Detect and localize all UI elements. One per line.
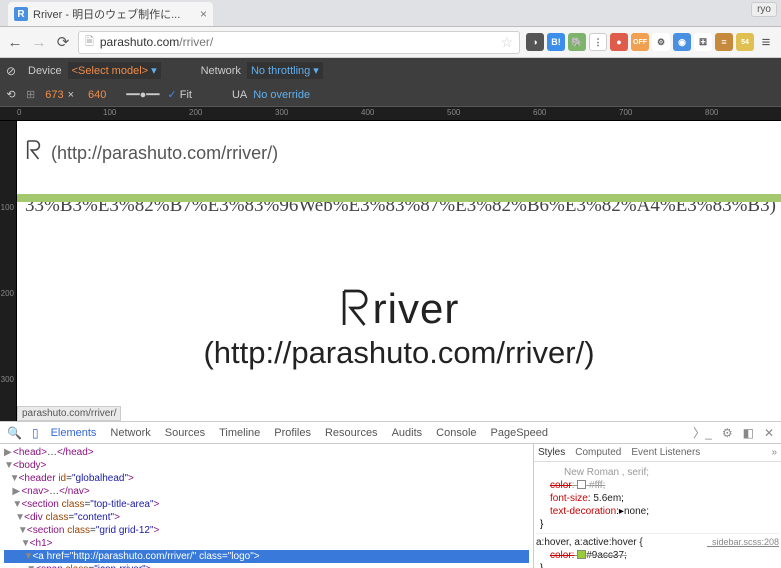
ext-icon[interactable]: ≡ [715,33,733,51]
styles-tabs: Styles Computed Event Listeners » [534,444,781,462]
fit-toggle[interactable]: ✓Fit [168,88,192,101]
favicon: R [14,7,28,21]
styles-pane: Styles Computed Event Listeners » New Ro… [533,444,781,568]
dock-icon[interactable]: ◧ [738,426,759,440]
dims-x: × [68,89,74,101]
close-devtools-icon[interactable]: ✕ [759,426,779,440]
dom-node[interactable]: ▶<nav>…</nav> [4,485,529,498]
browser-tabstrip: R Rriver - 明日のウェブ制作に... × ryo [0,0,781,27]
dom-node[interactable]: ▼<header id="globalhead"> [4,472,529,485]
tab-elements[interactable]: Elements [44,422,104,444]
dom-node-selected[interactable]: ▼<a href="http://parashuto.com/rriver/" … [4,550,529,563]
css-source-link[interactable]: _sidebar.scss:208 [707,536,779,549]
drawer-icon[interactable]: 〉_ [688,424,717,441]
dom-node[interactable]: ▶<head>…</head> [4,446,529,459]
network-select[interactable]: No throttling▾ [247,62,323,79]
css-prop[interactable]: color: #fff; [536,479,779,492]
page-icon: 🗎 [85,33,94,52]
profile-badge[interactable]: ryo [751,2,777,17]
site-logo-url: (http://parashuto.com/rriver/) [51,143,278,164]
styles-tab-computed[interactable]: Computed [575,447,621,458]
big-brand: river [25,285,773,333]
ext-icon[interactable]: ⋮ [589,33,607,51]
dom-node[interactable]: ▼<section class="top-title-area"> [4,498,529,511]
ua-label: UA [232,89,247,101]
css-prop[interactable]: text-decoration:▸none; [536,505,779,518]
device-mode-icon[interactable]: ▯ [27,426,44,440]
css-prop[interactable]: font-size: 5.6em; [536,492,779,505]
dom-node[interactable]: ▼<body> [4,459,529,472]
tab-audits[interactable]: Audits [385,422,430,444]
ext-icon[interactable]: OFF [631,33,649,51]
ruler-horizontal: 0 100 200 300 400 500 600 700 800 [0,107,781,121]
bookmark-star-icon[interactable]: ☆ [500,34,513,51]
device-label: Device [28,65,62,77]
css-selector[interactable]: a:hover, a:active:hover { [536,537,643,548]
dom-node[interactable]: ▼<h1> [4,537,529,550]
extensions-area: ◑ B! 🐘 ⋮ ● OFF ⚙ ◉ ⚃ ≡ 54 ≡ [526,33,775,51]
page-content: (http://parashuto.com/rriver/) 33%B3%E3%… [17,121,781,389]
tab-console[interactable]: Console [429,422,483,444]
devtools-device-bar-2: ⟲ ⊞ 673 × 640 ━━●━━ ✓Fit UA No override [0,83,781,107]
omnibox[interactable]: 🗎 parashuto.com/rriver/ ☆ [78,31,520,54]
styles-tab-events[interactable]: Event Listeners [631,447,700,458]
css-prop[interactable]: color: #9acc37; [536,549,779,562]
big-logo[interactable]: river (http://parashuto.com/rriver/) [25,285,773,371]
chrome-menu-icon[interactable]: ≡ [757,34,775,51]
viewport-height[interactable]: 640 [88,89,106,101]
styles-rules[interactable]: New Roman , serif; color: #fff; font-siz… [534,462,781,568]
device-select[interactable]: <Select model>▾ [68,62,161,79]
reload-button[interactable]: ⟳ [54,33,72,51]
network-label: Network [201,65,241,77]
tab-title: Rriver - 明日のウェブ制作に... [33,6,195,22]
tab-resources[interactable]: Resources [318,422,385,444]
dom-node[interactable]: ▼<span class="icon-rriver"> [4,563,529,568]
browser-tab[interactable]: R Rriver - 明日のウェブ制作に... × [8,2,213,26]
devtools-tabs: 🔍 ▯ Elements Network Sources Timeline Pr… [0,422,781,444]
devtools-device-bar: ⊘ Device <Select model>▾ Network No thro… [0,58,781,83]
tab-sources[interactable]: Sources [158,422,212,444]
dom-node[interactable]: ▼<section class="grid grid-12"> [4,524,529,537]
tab-network[interactable]: Network [103,422,157,444]
ext-icon[interactable]: B! [547,33,565,51]
ua-value[interactable]: No override [253,89,310,101]
tab-timeline[interactable]: Timeline [212,422,267,444]
ext-icon[interactable]: ⚃ [694,33,712,51]
settings-icon[interactable]: ⚙ [717,426,738,440]
ext-icon[interactable]: 54 [736,33,754,51]
dom-tree[interactable]: ▶<head>…</head> ▼<body> ▼<header id="glo… [0,444,533,568]
inspect-icon[interactable]: 🔍 [2,426,27,440]
inspect-highlight [17,194,781,202]
site-logo[interactable]: (http://parashuto.com/rriver/) [25,139,773,167]
ext-icon[interactable]: ◑ [526,33,544,51]
zoom-slider[interactable]: ━━●━━ [126,88,159,101]
url-path: /rriver/ [179,35,213,49]
ext-icon[interactable]: ● [610,33,628,51]
ext-icon[interactable]: 🐘 [568,33,586,51]
ext-icon[interactable]: ⚙ [652,33,670,51]
css-value: New Roman , serif; [536,466,779,479]
forward-button[interactable]: → [30,34,48,51]
tab-pagespeed[interactable]: PageSpeed [484,422,556,444]
viewport-width[interactable]: 673 [45,89,63,101]
ext-icon[interactable]: ◉ [673,33,691,51]
browser-toolbar: ← → ⟳ 🗎 parashuto.com/rriver/ ☆ ◑ B! 🐘 ⋮… [0,27,781,58]
big-url: (http://parashuto.com/rriver/) [25,335,773,371]
rotate-icon[interactable]: ⟲ [0,88,22,101]
status-bar-url: parashuto.com/rriver/ [17,406,121,421]
rriver-r-icon [25,139,43,167]
close-icon[interactable]: × [200,7,207,21]
back-button[interactable]: ← [6,34,24,51]
styles-tab-styles[interactable]: Styles [538,447,565,458]
device-close-icon[interactable]: ⊘ [0,64,22,78]
url-domain: parashuto.com [100,35,179,49]
ruler-vertical: 100 200 300 [0,121,17,421]
dom-node[interactable]: ▼<div class="content"> [4,511,529,524]
tab-profiles[interactable]: Profiles [267,422,318,444]
devtools-panel: 🔍 ▯ Elements Network Sources Timeline Pr… [0,421,781,568]
page-viewport[interactable]: (http://parashuto.com/rriver/) 33%B3%E3%… [17,121,781,421]
